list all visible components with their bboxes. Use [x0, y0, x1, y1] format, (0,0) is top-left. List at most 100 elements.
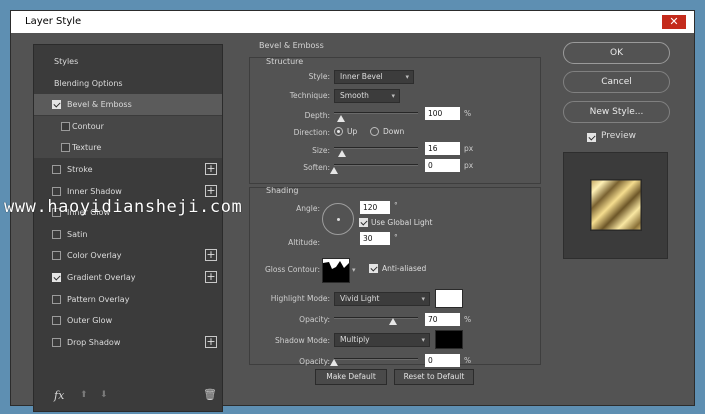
- soften-unit: px: [464, 161, 474, 170]
- size-label: Size:: [312, 146, 330, 155]
- style-select-value: Inner Bevel: [340, 72, 383, 81]
- style-checkbox[interactable]: [52, 273, 61, 282]
- add-effect-plus-icon[interactable]: +: [205, 184, 217, 197]
- add-effect-plus-icon[interactable]: +: [205, 249, 217, 262]
- depth-unit: %: [464, 109, 472, 118]
- ok-button[interactable]: OK: [563, 42, 670, 64]
- style-list-label: Drop Shadow: [67, 337, 121, 347]
- highlight-color-swatch[interactable]: [435, 289, 463, 308]
- make-default-button[interactable]: Make Default: [315, 369, 387, 385]
- trash-icon[interactable]: 🗑: [203, 388, 217, 401]
- cancel-button[interactable]: Cancel: [563, 71, 670, 93]
- style-checkbox[interactable]: [52, 316, 61, 326]
- style-checkbox[interactable]: [52, 294, 61, 304]
- add-effect-plus-icon[interactable]: +: [205, 335, 217, 348]
- style-checkbox[interactable]: [52, 165, 61, 174]
- reset-to-default-button[interactable]: Reset to Default: [394, 369, 474, 385]
- style-list-item-outer-glow[interactable]: Outer Glow: [34, 310, 222, 331]
- technique-select[interactable]: Smooth ▾: [334, 89, 400, 103]
- highlight-mode-select[interactable]: Vivid Light ▾: [334, 292, 430, 306]
- fx-icon[interactable]: fx: [54, 389, 64, 402]
- style-checkbox[interactable]: [52, 100, 61, 110]
- title-bar: Layer Style ✕: [11, 11, 694, 33]
- highlight-opacity-slider-thumb[interactable]: [388, 318, 397, 325]
- size-slider-thumb[interactable]: [338, 150, 347, 157]
- style-checkbox[interactable]: [61, 121, 70, 131]
- direction-down-label: Down: [383, 127, 405, 136]
- shadow-mode-select[interactable]: Multiply ▾: [334, 333, 430, 347]
- shadow-color-swatch[interactable]: [435, 330, 463, 349]
- shadow-opacity-slider-thumb[interactable]: [330, 359, 338, 366]
- style-checkbox[interactable]: [52, 337, 61, 347]
- depth-label: Depth:: [304, 111, 330, 120]
- soften-slider[interactable]: [334, 164, 418, 166]
- add-effect-plus-icon[interactable]: +: [205, 163, 217, 175]
- size-slider[interactable]: [334, 147, 418, 149]
- style-list-label: Texture: [72, 143, 102, 153]
- styles-list-panel: Styles Blending Options Bevel & Emboss Cont…: [33, 44, 223, 412]
- highlight-opacity-label: Opacity:: [299, 315, 330, 324]
- depth-slider-thumb[interactable]: [336, 115, 345, 122]
- style-select[interactable]: Inner Bevel ▾: [334, 70, 414, 84]
- add-effect-plus-icon[interactable]: +: [205, 271, 217, 283]
- style-list-label: Pattern Overlay: [67, 294, 130, 304]
- technique-label: Technique:: [289, 91, 330, 100]
- highlight-opacity-slider[interactable]: [334, 317, 418, 319]
- angle-label: Angle:: [296, 204, 320, 213]
- style-checkbox[interactable]: [52, 229, 61, 239]
- highlight-opacity-input[interactable]: 70: [425, 313, 460, 326]
- angle-dial[interactable]: [322, 203, 354, 235]
- shadow-mode-value: Multiply: [340, 335, 370, 344]
- structure-title: Structure: [266, 57, 304, 66]
- direction-down-radio[interactable]: [370, 127, 379, 136]
- chevron-down-icon[interactable]: ▾: [352, 266, 356, 274]
- soften-input[interactable]: 0: [425, 159, 460, 172]
- style-list-label: Gradient Overlay: [67, 273, 136, 282]
- style-list-item-contour[interactable]: Contour: [34, 115, 222, 137]
- style-list-item-satin[interactable]: Satin: [34, 224, 222, 245]
- style-checkbox[interactable]: [61, 143, 70, 153]
- angle-input[interactable]: 120: [360, 201, 390, 214]
- style-checkbox[interactable]: [52, 251, 61, 261]
- direction-label: Direction:: [293, 128, 330, 137]
- style-list-label: Stroke: [67, 165, 93, 174]
- shadow-mode-label: Shadow Mode:: [275, 336, 330, 345]
- style-list-item-texture[interactable]: Texture: [34, 137, 222, 159]
- use-global-light-checkbox[interactable]: [359, 218, 368, 227]
- size-input[interactable]: 16: [425, 142, 460, 155]
- depth-input[interactable]: 100: [425, 107, 460, 120]
- angle-unit: °: [394, 201, 398, 210]
- anti-aliased-label: Anti-aliased: [382, 264, 427, 273]
- style-list-item-drop-shadow[interactable]: Drop Shadow +: [34, 332, 222, 353]
- move-up-icon[interactable]: ⬆: [80, 390, 88, 400]
- anti-aliased-checkbox[interactable]: [369, 264, 378, 273]
- style-list-item-stroke[interactable]: Stroke +: [34, 159, 222, 180]
- highlight-opacity-unit: %: [464, 315, 472, 324]
- gloss-contour-picker[interactable]: [322, 258, 350, 283]
- style-checkbox[interactable]: [52, 186, 61, 196]
- style-list-label: Blending Options: [54, 78, 123, 88]
- altitude-input[interactable]: 30: [360, 232, 390, 245]
- style-list-item-gradient-overlay[interactable]: Gradient Overlay +: [34, 267, 222, 288]
- style-list-item-bevel-emboss[interactable]: Bevel & Emboss: [34, 94, 222, 116]
- move-down-icon[interactable]: ⬇: [100, 390, 108, 400]
- soften-label: Soften:: [303, 163, 330, 172]
- style-list-item-pattern-overlay[interactable]: Pattern Overlay: [34, 289, 222, 310]
- style-list-item-styles[interactable]: Styles: [34, 51, 222, 72]
- style-list-item-color-overlay[interactable]: Color Overlay +: [34, 245, 222, 266]
- shadow-opacity-unit: %: [464, 356, 472, 365]
- style-list-label: Bevel & Emboss: [67, 100, 132, 110]
- window-title: Layer Style: [25, 16, 82, 27]
- shadow-opacity-slider[interactable]: [334, 358, 418, 360]
- depth-slider[interactable]: [334, 112, 418, 114]
- soften-slider-thumb[interactable]: [330, 167, 338, 174]
- close-button[interactable]: ✕: [662, 15, 686, 29]
- highlight-mode-label: Highlight Mode:: [270, 294, 330, 303]
- direction-up-radio[interactable]: [334, 127, 343, 136]
- preview-checkbox[interactable]: [587, 133, 596, 142]
- watermark-text: www.haoyidiansheji.com: [4, 197, 243, 217]
- preview-area: [563, 152, 668, 259]
- shadow-opacity-input[interactable]: 0: [425, 354, 460, 367]
- style-list-item-blending-options[interactable]: Blending Options: [34, 73, 222, 94]
- new-style-button[interactable]: New Style...: [563, 101, 670, 123]
